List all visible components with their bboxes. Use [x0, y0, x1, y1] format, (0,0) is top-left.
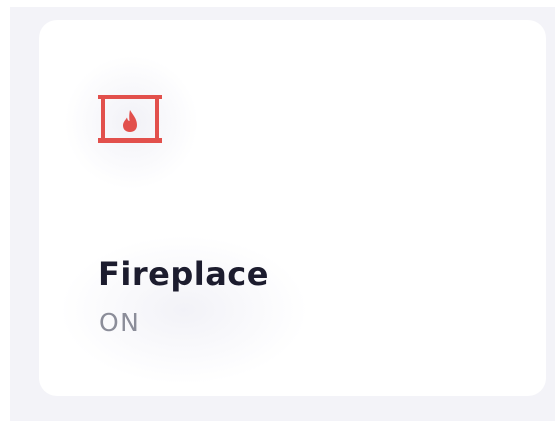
device-status: ON [99, 308, 141, 337]
page-background: Fireplace ON [10, 7, 555, 421]
device-name: Fireplace [98, 255, 269, 293]
device-card-fireplace[interactable]: Fireplace ON [39, 20, 546, 396]
fireplace-icon [98, 95, 162, 143]
